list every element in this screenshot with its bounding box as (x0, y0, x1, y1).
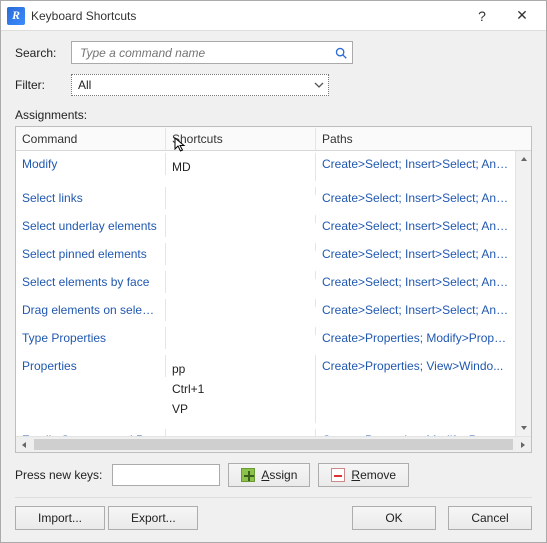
cell-shortcuts (166, 215, 316, 223)
scroll-left-icon[interactable] (16, 437, 32, 452)
cell-paths: Create>Properties; View>Windo... (316, 355, 515, 377)
search-icon[interactable] (334, 46, 348, 60)
export-button[interactable]: Export... (108, 506, 198, 530)
cell-command: Type Properties (16, 327, 166, 349)
chevron-down-icon (314, 80, 324, 90)
cell-command: Drag elements on select... (16, 299, 166, 321)
cell-paths: Create>Select; Insert>Select; Ann... (316, 187, 515, 209)
app-icon: R (7, 7, 25, 25)
cell-paths: Create>Select; Insert>Select; Ann... (316, 299, 515, 321)
assign-button[interactable]: Assign (228, 463, 310, 487)
assignments-grid: Command Shortcuts Paths ModifyMDCreate>S… (15, 126, 532, 453)
new-keys-input[interactable] (112, 464, 220, 486)
filter-label: Filter: (15, 78, 71, 92)
cell-shortcuts (166, 429, 316, 436)
scroll-track[interactable] (516, 167, 531, 420)
cell-shortcuts: ppCtrl+1VP (166, 355, 316, 423)
assign-label: Assign (261, 468, 297, 482)
table-row[interactable]: Family Category and Par... Create>Propert… (16, 427, 515, 436)
cell-command: Modify (16, 153, 166, 175)
grid-header: Command Shortcuts Paths (16, 127, 531, 151)
remove-button[interactable]: Remove (318, 463, 409, 487)
cell-shortcuts (166, 271, 316, 279)
table-row[interactable]: Select pinned elements Create>Select; Ins… (16, 241, 515, 267)
ok-button[interactable]: OK (352, 506, 436, 530)
footer: Import... Export... OK Cancel (15, 506, 532, 532)
window-title: Keyboard Shortcuts (31, 9, 462, 23)
scroll-thumb[interactable] (34, 439, 513, 450)
cell-command: Select links (16, 187, 166, 209)
cell-shortcuts: MD (166, 153, 316, 181)
search-row: Search: (15, 41, 532, 64)
table-row[interactable]: PropertiesppCtrl+1VPCreate>Properties; V… (16, 353, 515, 425)
cell-shortcuts (166, 187, 316, 195)
assignments-label: Assignments: (15, 108, 532, 122)
cell-paths: Create>Properties; Modify>Prope... (316, 429, 515, 436)
cell-paths: Create>Select; Insert>Select; Ann... (316, 153, 515, 175)
scroll-down-icon[interactable] (516, 420, 531, 436)
vertical-scrollbar[interactable] (515, 151, 531, 436)
close-button[interactable]: ✕ (502, 2, 542, 30)
scroll-right-icon[interactable] (515, 437, 531, 452)
search-input[interactable] (78, 45, 334, 61)
spacer (210, 506, 340, 530)
horizontal-scrollbar[interactable] (16, 436, 531, 452)
filter-value: All (78, 78, 91, 92)
cell-paths: Create>Select; Insert>Select; Ann... (316, 271, 515, 293)
table-row[interactable]: Drag elements on select... Create>Select;… (16, 297, 515, 323)
separator (15, 497, 532, 498)
cell-command: Family Category and Par... (16, 429, 166, 436)
dialog-window: R Keyboard Shortcuts ? ✕ Search: Filter:… (0, 0, 547, 543)
minus-icon (331, 468, 345, 482)
search-label: Search: (15, 46, 71, 60)
new-keys-row: Press new keys: Assign Remove (15, 463, 532, 487)
cell-command: Select pinned elements (16, 243, 166, 265)
filter-row: Filter: All (15, 74, 532, 96)
grid-rows: ModifyMDCreate>Select; Insert>Select; An… (16, 151, 515, 436)
cell-shortcuts (166, 243, 316, 251)
footer-left: Import... Export... (15, 506, 198, 530)
titlebar: R Keyboard Shortcuts ? ✕ (1, 1, 546, 31)
cell-paths: Create>Select; Insert>Select; Ann... (316, 243, 515, 265)
cell-command: Select elements by face (16, 271, 166, 293)
cell-shortcuts (166, 299, 316, 307)
column-header-command[interactable]: Command (16, 128, 166, 150)
import-button[interactable]: Import... (15, 506, 105, 530)
cell-command: Properties (16, 355, 166, 377)
filter-dropdown[interactable]: All (71, 74, 329, 96)
cell-paths: Create>Properties; Modify>Prope... (316, 327, 515, 349)
search-box[interactable] (71, 41, 353, 64)
column-header-paths[interactable]: Paths (316, 128, 531, 150)
table-row[interactable]: Select elements by face Create>Select; In… (16, 269, 515, 295)
scroll-up-icon[interactable] (516, 151, 531, 167)
content-area: Search: Filter: All Assignments: (1, 31, 546, 542)
help-button[interactable]: ? (462, 2, 502, 30)
table-row[interactable]: Type Properties Create>Properties; Modify… (16, 325, 515, 351)
cell-paths: Create>Select; Insert>Select; Ann... (316, 215, 515, 237)
cancel-button[interactable]: Cancel (448, 506, 532, 530)
column-header-shortcuts[interactable]: Shortcuts (166, 128, 316, 150)
bottom-area: Press new keys: Assign Remove Import... … (15, 453, 532, 532)
plus-icon (241, 468, 255, 482)
grid-body: ModifyMDCreate>Select; Insert>Select; An… (16, 151, 531, 452)
table-row[interactable]: Select links Create>Select; Insert>Select… (16, 185, 515, 211)
table-row[interactable]: Select underlay elements Create>Select; I… (16, 213, 515, 239)
press-new-keys-label: Press new keys: (15, 468, 102, 482)
cell-command: Select underlay elements (16, 215, 166, 237)
cell-shortcuts (166, 327, 316, 335)
remove-label: Remove (351, 468, 396, 482)
table-row[interactable]: ModifyMDCreate>Select; Insert>Select; An… (16, 151, 515, 183)
